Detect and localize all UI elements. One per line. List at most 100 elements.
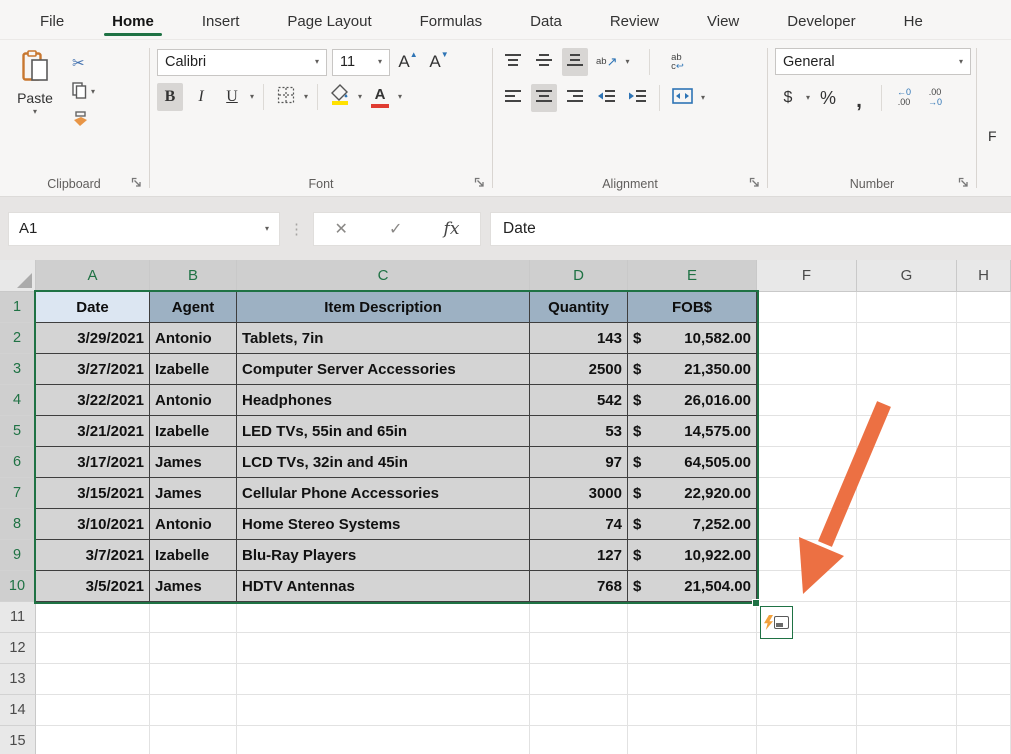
cell-G11[interactable] — [857, 602, 957, 633]
italic-button[interactable]: I — [188, 83, 214, 111]
cell-D5[interactable]: 53 — [530, 416, 628, 447]
row-header-14[interactable]: 14 — [0, 695, 36, 726]
cell-C11[interactable] — [237, 602, 530, 633]
row-header-8[interactable]: 8 — [0, 509, 36, 540]
number-format-combo[interactable]: General ▾ — [775, 48, 971, 75]
cell-G15[interactable] — [857, 726, 957, 754]
column-header-C[interactable]: C — [237, 260, 530, 292]
tab-file[interactable]: File — [16, 4, 88, 39]
cell-D1[interactable]: Quantity — [530, 292, 628, 323]
cell-B2[interactable]: Antonio — [150, 323, 237, 354]
cell-E1[interactable]: FOB$ — [628, 292, 757, 323]
cell-H13[interactable] — [957, 664, 1011, 695]
cell-D4[interactable]: 542 — [530, 385, 628, 416]
cell-B10[interactable]: James — [150, 571, 237, 602]
cell-B1[interactable]: Agent — [150, 292, 237, 323]
column-header-B[interactable]: B — [150, 260, 237, 292]
increase-decimal-button[interactable]: ←0.00 — [891, 84, 917, 112]
orientation-button[interactable]: ab ↗ — [593, 48, 620, 76]
wrap-text-button[interactable]: abc↩ — [665, 48, 691, 76]
cell-E13[interactable] — [628, 664, 757, 695]
cell-E8[interactable]: $7,252.00 — [628, 509, 757, 540]
cell-G6[interactable] — [857, 447, 957, 478]
cell-A13[interactable] — [36, 664, 150, 695]
column-header-D[interactable]: D — [530, 260, 628, 292]
cell-A4[interactable]: 3/22/2021 — [36, 385, 150, 416]
middle-align-button[interactable] — [531, 48, 557, 76]
cell-B3[interactable]: Izabelle — [150, 354, 237, 385]
cell-G10[interactable] — [857, 571, 957, 602]
clipboard-dialog-launcher[interactable] — [131, 177, 142, 191]
cell-A9[interactable]: 3/7/2021 — [36, 540, 150, 571]
cell-D8[interactable]: 74 — [530, 509, 628, 540]
cell-F14[interactable] — [757, 695, 857, 726]
tab-home[interactable]: Home — [88, 4, 178, 39]
cell-E14[interactable] — [628, 695, 757, 726]
tab-data[interactable]: Data — [506, 4, 586, 39]
row-header-2[interactable]: 2 — [0, 323, 36, 354]
cell-H2[interactable] — [957, 323, 1011, 354]
cell-H9[interactable] — [957, 540, 1011, 571]
cell-A15[interactable] — [36, 726, 150, 754]
row-header-3[interactable]: 3 — [0, 354, 36, 385]
tab-insert[interactable]: Insert — [178, 4, 264, 39]
tab-developer[interactable]: Developer — [763, 4, 879, 39]
cell-C15[interactable] — [237, 726, 530, 754]
cell-G8[interactable] — [857, 509, 957, 540]
cell-C12[interactable] — [237, 633, 530, 664]
row-header-7[interactable]: 7 — [0, 478, 36, 509]
cell-C3[interactable]: Computer Server Accessories — [237, 354, 530, 385]
cell-A11[interactable] — [36, 602, 150, 633]
cell-B13[interactable] — [150, 664, 237, 695]
quick-analysis-button[interactable] — [760, 606, 793, 639]
enter-button[interactable]: ✓ — [389, 219, 402, 239]
cell-H10[interactable] — [957, 571, 1011, 602]
row-header-10[interactable]: 10 — [0, 571, 36, 602]
font-color-button[interactable]: A — [367, 83, 393, 111]
fill-color-dropdown-caret[interactable]: ▾ — [358, 93, 362, 101]
cell-B11[interactable] — [150, 602, 237, 633]
cell-F3[interactable] — [757, 354, 857, 385]
fill-color-button[interactable] — [327, 83, 353, 111]
cell-A3[interactable]: 3/27/2021 — [36, 354, 150, 385]
cell-A14[interactable] — [36, 695, 150, 726]
name-box-caret[interactable]: ▾ — [265, 225, 269, 233]
cell-G2[interactable] — [857, 323, 957, 354]
cancel-button[interactable]: ✕ — [335, 219, 348, 239]
cell-A5[interactable]: 3/21/2021 — [36, 416, 150, 447]
merge-center-dropdown-caret[interactable]: ▾ — [701, 94, 705, 102]
cell-H3[interactable] — [957, 354, 1011, 385]
cell-A10[interactable]: 3/5/2021 — [36, 571, 150, 602]
cell-E7[interactable]: $22,920.00 — [628, 478, 757, 509]
cell-G9[interactable] — [857, 540, 957, 571]
cell-B4[interactable]: Antonio — [150, 385, 237, 416]
formula-bar-input[interactable]: Date — [490, 212, 1011, 246]
row-header-11[interactable]: 11 — [0, 602, 36, 633]
font-name-combo[interactable]: Calibri ▾ — [157, 49, 327, 76]
accounting-format-button[interactable]: $ — [775, 84, 801, 112]
merge-center-button[interactable] — [669, 84, 696, 112]
increase-font-size-button[interactable]: A▲ — [395, 48, 421, 76]
cell-H11[interactable] — [957, 602, 1011, 633]
cell-E6[interactable]: $64,505.00 — [628, 447, 757, 478]
number-dialog-launcher[interactable] — [958, 177, 969, 191]
underline-dropdown-caret[interactable]: ▾ — [250, 93, 254, 101]
column-header-A[interactable]: A — [36, 260, 150, 292]
row-header-6[interactable]: 6 — [0, 447, 36, 478]
row-header-5[interactable]: 5 — [0, 416, 36, 447]
cell-H12[interactable] — [957, 633, 1011, 664]
cell-F10[interactable] — [757, 571, 857, 602]
cell-D14[interactable] — [530, 695, 628, 726]
orientation-dropdown-caret[interactable]: ▾ — [625, 58, 629, 66]
decrease-decimal-button[interactable]: .00→0 — [922, 84, 948, 112]
cell-B7[interactable]: James — [150, 478, 237, 509]
row-header-15[interactable]: 15 — [0, 726, 36, 754]
paste-dropdown-caret[interactable]: ▾ — [33, 108, 37, 116]
underline-button[interactable]: U — [219, 83, 245, 111]
cell-H14[interactable] — [957, 695, 1011, 726]
font-dialog-launcher[interactable] — [474, 177, 485, 191]
selection-fill-handle[interactable] — [752, 599, 760, 607]
cell-G12[interactable] — [857, 633, 957, 664]
cell-C6[interactable]: LCD TVs, 32in and 45in — [237, 447, 530, 478]
tab-formulas[interactable]: Formulas — [396, 4, 507, 39]
